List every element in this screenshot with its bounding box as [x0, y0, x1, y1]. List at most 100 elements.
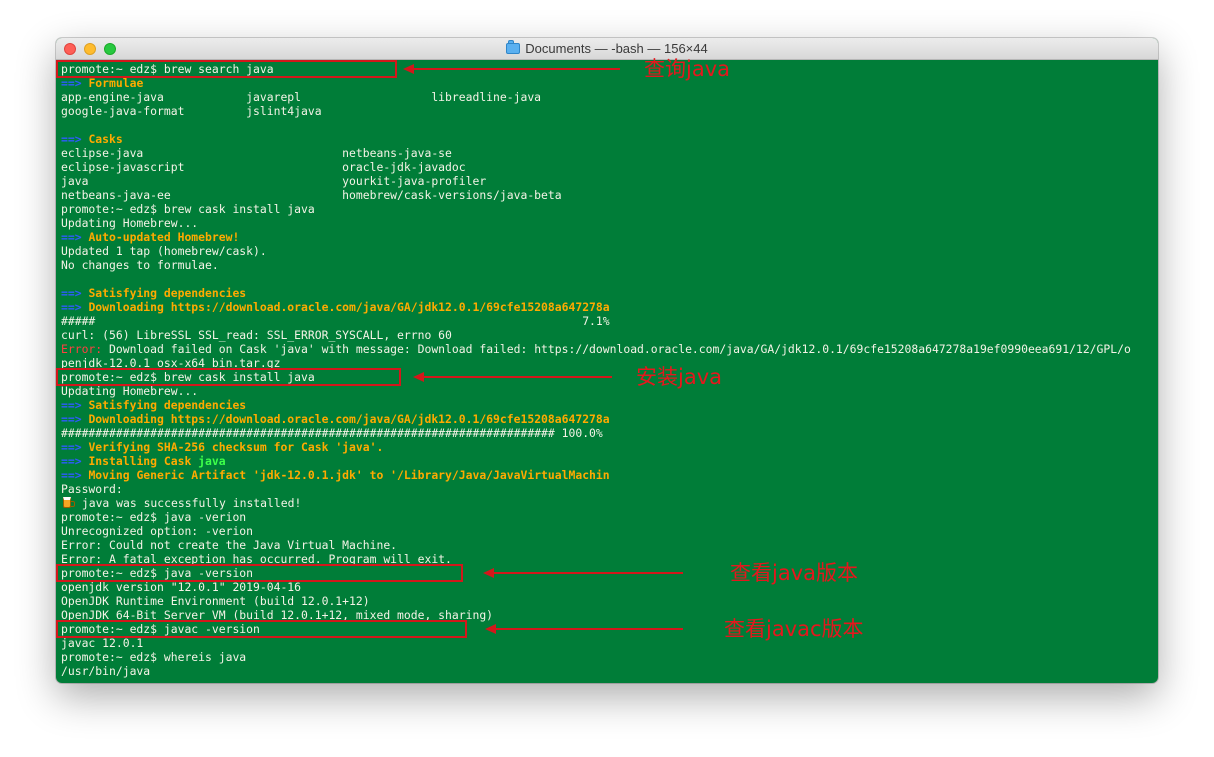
terminal-line: Updated 1 tap (homebrew/cask). — [61, 244, 1158, 258]
terminal-line: netbeans-java-ee homebrew/cask-versions/… — [61, 188, 1158, 202]
terminal-line: eclipse-java netbeans-java-se — [61, 146, 1158, 160]
title-bar[interactable]: Documents — -bash — 156×44 — [56, 38, 1158, 60]
highlight-box-javac-version — [56, 620, 467, 638]
terminal-head-text: Satisfying dependencies — [88, 398, 247, 412]
terminal-text: /usr/bin/java — [61, 664, 151, 678]
terminal-text: openjdk version "12.0.1" 2019-04-16 — [61, 580, 302, 594]
terminal-head-text: Verifying SHA-256 checksum for Cask 'jav… — [88, 440, 384, 454]
terminal-arrow-text: ==> — [61, 454, 82, 468]
terminal-line: promote:~ edz$ brew cask install java — [61, 202, 1158, 216]
annotation-label-java-version: 查看java版本 — [730, 561, 858, 585]
terminal-line: app-engine-java javarepl libreadline-jav… — [61, 90, 1158, 104]
terminal-line: ==> Satisfying dependencies — [61, 398, 1158, 412]
arrow-line-install — [422, 376, 612, 378]
terminal-green-text: java — [198, 454, 226, 468]
terminal-arrow-text: ==> — [61, 398, 82, 412]
terminal-text: Updated 1 tap (homebrew/cask). — [61, 244, 267, 258]
annotation-label-install: 安装java — [636, 365, 722, 389]
highlight-box-search — [56, 60, 397, 78]
terminal-line: ##### 7.1% — [61, 314, 1158, 328]
terminal-text: No changes to formulae. — [61, 258, 219, 272]
terminal-arrow-text: ==> — [61, 300, 82, 314]
window-title-text: Documents — -bash — 156×44 — [525, 41, 708, 56]
terminal-arrow-text: ==> — [61, 468, 82, 482]
terminal-head-text: Casks — [88, 132, 123, 146]
terminal-line: ==> Auto-updated Homebrew! — [61, 230, 1158, 244]
terminal-text: Download failed on Cask 'java' with mess… — [102, 342, 1131, 356]
terminal-line: ==> Downloading https://download.oracle.… — [61, 300, 1158, 314]
terminal-line: /usr/bin/java — [61, 664, 1158, 678]
terminal-text: netbeans-java-ee homebrew/cask-versions/… — [61, 188, 562, 202]
terminal-arrow-text: ==> — [61, 440, 82, 454]
terminal-text: Password: — [61, 482, 123, 496]
terminal-head-text: Auto-updated Homebrew! — [88, 230, 240, 244]
terminal-line: ==> Moving Generic Artifact 'jdk-12.0.1.… — [61, 468, 1158, 482]
terminal-window: Documents — -bash — 156×44 promote:~ edz… — [56, 38, 1158, 683]
terminal-line: ==> Casks — [61, 132, 1158, 146]
terminal-line: java yourkit-java-profiler — [61, 174, 1158, 188]
terminal-text: promote:~ edz$ java -verion — [61, 510, 247, 524]
terminal-text: java was successfully installed! — [75, 496, 302, 510]
terminal-line: No changes to formulae. — [61, 258, 1158, 272]
terminal-text: Updating Homebrew... — [61, 216, 199, 230]
terminal-text: eclipse-java netbeans-java-se — [61, 146, 452, 160]
terminal-text: curl: (56) LibreSSL SSL_read: SSL_ERROR_… — [61, 328, 452, 342]
window-title: Documents — -bash — 156×44 — [56, 38, 1158, 60]
terminal-line: Password: — [61, 482, 1158, 496]
terminal-line: Error: Download failed on Cask 'java' wi… — [61, 342, 1158, 356]
terminal-line: eclipse-javascript oracle-jdk-javadoc — [61, 160, 1158, 174]
terminal-line: Unrecognized option: -verion — [61, 524, 1158, 538]
terminal-text: Unrecognized option: -verion — [61, 524, 254, 538]
terminal-head-text: Downloading https://download.oracle.com/… — [88, 300, 610, 314]
terminal-text: Error: Could not create the Java Virtual… — [61, 538, 398, 552]
arrow-line-search — [412, 68, 620, 70]
terminal-line: curl: (56) LibreSSL SSL_read: SSL_ERROR_… — [61, 328, 1158, 342]
arrow-line-java-version — [492, 572, 683, 574]
terminal-arrow-text: ==> — [61, 76, 82, 90]
terminal-line: ==> Verifying SHA-256 checksum for Cask … — [61, 440, 1158, 454]
terminal-text: app-engine-java javarepl libreadline-jav… — [61, 90, 542, 104]
arrow-line-javac-version — [494, 628, 683, 630]
highlight-box-install — [56, 368, 401, 386]
terminal-text: promote:~ edz$ brew cask install java — [61, 202, 315, 216]
folder-icon — [506, 40, 521, 54]
terminal-line: ==> Installing Cask java — [61, 454, 1158, 468]
terminal-arrow-text: ==> — [61, 132, 82, 146]
terminal-line: Updating Homebrew... — [61, 384, 1158, 398]
terminal-text: java yourkit-java-profiler — [61, 174, 487, 188]
terminal-text: Updating Homebrew... — [61, 384, 199, 398]
terminal-text: google-java-format jslint4java — [61, 104, 322, 118]
terminal-line: Updating Homebrew... — [61, 216, 1158, 230]
terminal-line: ==> Formulae — [61, 76, 1158, 90]
terminal-arrow-text: ==> — [61, 412, 82, 426]
terminal-arrow-text: ==> — [61, 286, 82, 300]
terminal-line: ########################################… — [61, 426, 1158, 440]
terminal-text: ##### 7.1% — [61, 314, 610, 328]
highlight-box-java-version — [56, 564, 463, 582]
annotation-label-search: 查询java — [644, 57, 730, 81]
terminal-line: Error: Could not create the Java Virtual… — [61, 538, 1158, 552]
terminal-arrow-text: ==> — [61, 230, 82, 244]
terminal-line: java was successfully installed! — [61, 496, 1158, 510]
terminal-line: OpenJDK Runtime Environment (build 12.0.… — [61, 594, 1158, 608]
terminal-head-text: Downloading https://download.oracle.com/… — [88, 412, 610, 426]
terminal-text: OpenJDK Runtime Environment (build 12.0.… — [61, 594, 370, 608]
terminal-line: promote:~ edz$ whereis java — [61, 650, 1158, 664]
terminal-text: javac 12.0.1 — [61, 636, 144, 650]
terminal-line: google-java-format jslint4java — [61, 104, 1158, 118]
annotation-label-javac-version: 查看javac版本 — [724, 617, 864, 641]
terminal-err-text: Error: — [61, 342, 103, 356]
terminal-head-text: Formulae — [88, 76, 144, 90]
terminal-head-text: Satisfying dependencies — [88, 286, 247, 300]
terminal-text: eclipse-javascript oracle-jdk-javadoc — [61, 160, 466, 174]
terminal-text: ########################################… — [61, 426, 603, 440]
terminal-line: promote:~ edz$ java -verion — [61, 510, 1158, 524]
terminal-line: ==> Satisfying dependencies — [61, 286, 1158, 300]
terminal-line: ==> Downloading https://download.oracle.… — [61, 412, 1158, 426]
terminal-line: openjdk version "12.0.1" 2019-04-16 — [61, 580, 1158, 594]
terminal-head-text: Installing Cask — [88, 454, 199, 468]
terminal-text: promote:~ edz$ whereis java — [61, 650, 247, 664]
terminal-line: javac 12.0.1 — [61, 636, 1158, 650]
